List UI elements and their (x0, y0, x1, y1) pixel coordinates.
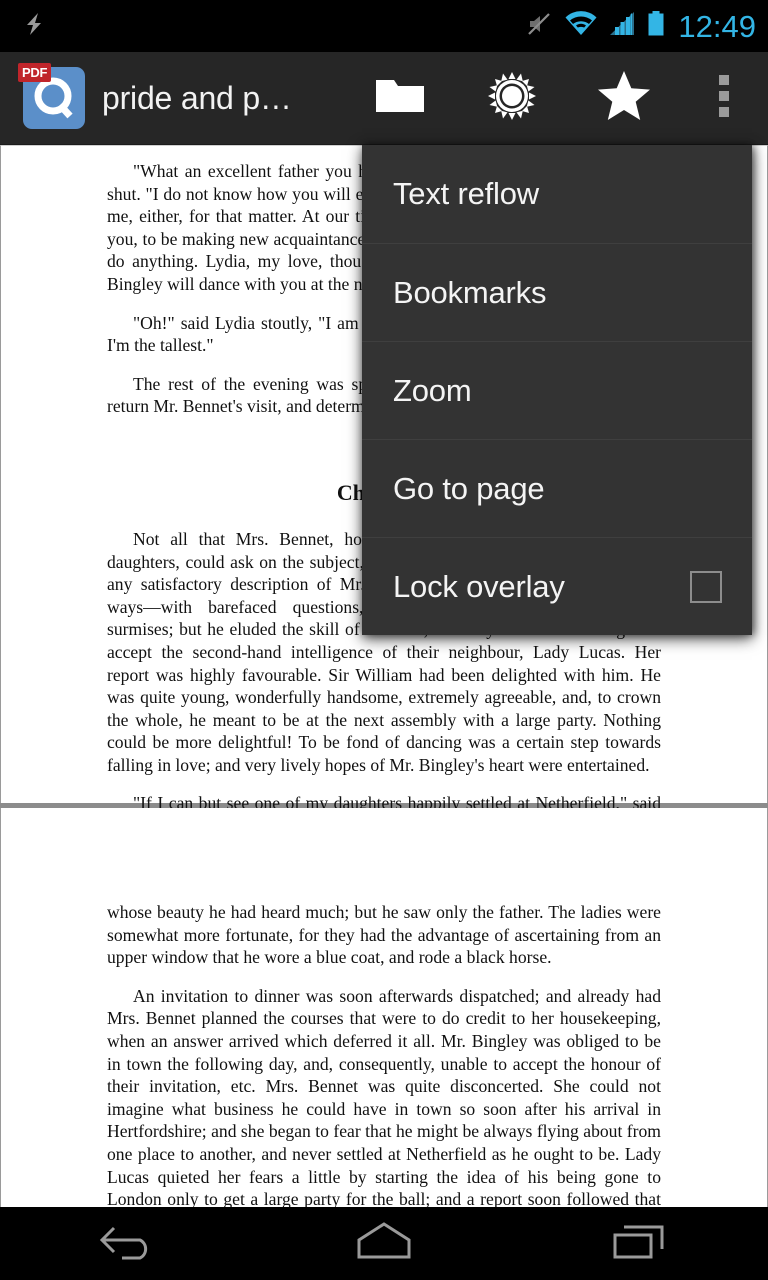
menu-item-label: Text reflow (393, 176, 539, 211)
recent-apps-icon (610, 1219, 670, 1268)
paragraph: An invitation to dinner was soon afterwa… (107, 985, 661, 1207)
status-bar-notifications (0, 8, 50, 45)
recents-button[interactable] (512, 1207, 768, 1280)
lock-overlay-checkbox[interactable] (690, 570, 722, 603)
app-bar: PDF pride and p… (0, 52, 768, 145)
status-bar-system-icons: 12:49 (525, 9, 768, 44)
paragraph: whose beauty he had heard much; but he s… (107, 902, 661, 968)
cellular-signal-icon (607, 9, 637, 44)
brightness-icon (486, 70, 538, 127)
menu-item-label: Go to page (393, 470, 545, 506)
menu-item-label: Lock overlay (393, 568, 565, 604)
status-bar-clock: 12:49 (678, 8, 756, 44)
battery-icon (646, 9, 666, 44)
app-bar-actions (344, 52, 768, 144)
menu-item-label: Zoom (393, 372, 472, 408)
pdf-badge-label: PDF (18, 63, 52, 82)
menu-item-bookmarks[interactable]: Bookmarks (362, 243, 752, 341)
document-title: pride and p… (102, 79, 292, 116)
overflow-menu-icon (717, 72, 731, 125)
overflow-dropdown-menu: Text reflow Bookmarks Zoom Go to page Lo… (362, 145, 752, 635)
pdf-page[interactable]: whose beauty he had heard much; but he s… (0, 808, 768, 1207)
home-button[interactable] (256, 1207, 512, 1280)
menu-item-text-reflow[interactable]: Text reflow (362, 145, 752, 243)
android-navigation-bar (0, 1207, 768, 1280)
menu-item-label: Bookmarks (393, 274, 547, 310)
lightning-bolt-icon (18, 8, 50, 45)
back-button[interactable] (0, 1207, 256, 1280)
wifi-icon (564, 9, 598, 44)
back-arrow-icon (96, 1219, 160, 1268)
folder-icon (374, 74, 426, 123)
app-logo-icon[interactable]: PDF (18, 63, 85, 129)
status-bar: 12:49 (0, 0, 768, 52)
overflow-menu-button[interactable] (680, 52, 768, 145)
menu-item-lock-overlay[interactable]: Lock overlay (362, 537, 752, 635)
home-icon (351, 1219, 417, 1268)
menu-item-zoom[interactable]: Zoom (362, 341, 752, 439)
open-file-button[interactable] (344, 52, 456, 145)
bookmark-button[interactable] (568, 52, 680, 145)
volume-muted-icon (525, 9, 555, 44)
android-screen: 12:49 PDF pride and p… "What an excellen… (0, 0, 768, 1280)
brightness-button[interactable] (456, 52, 568, 145)
menu-item-go-to-page[interactable]: Go to page (362, 439, 752, 537)
star-icon (596, 69, 652, 128)
